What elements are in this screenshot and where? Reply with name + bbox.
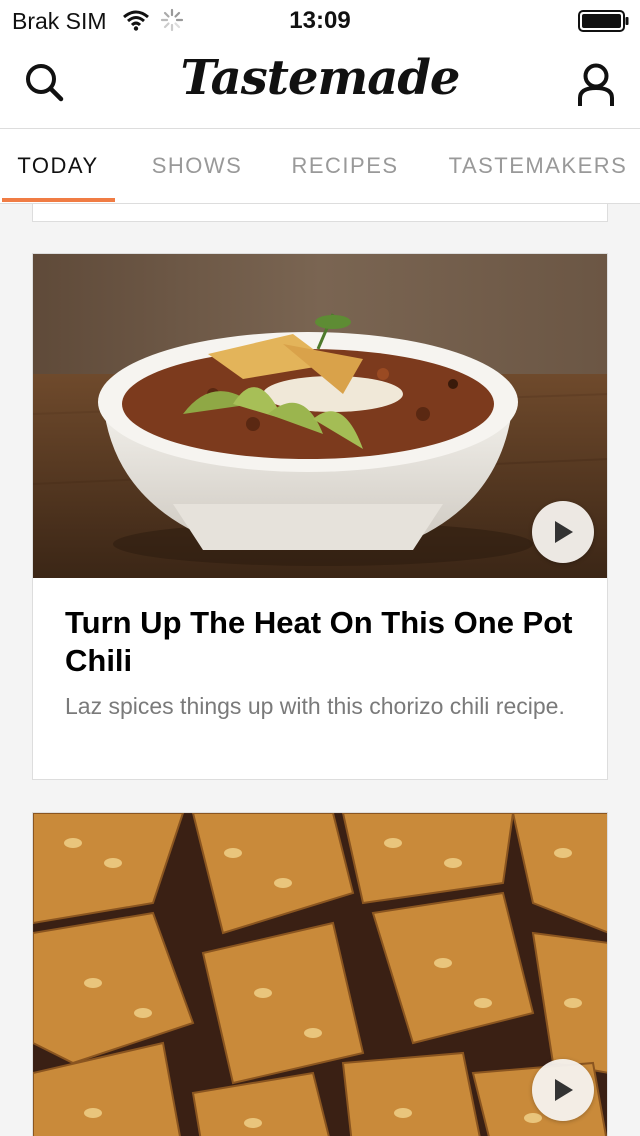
play-icon	[555, 521, 573, 543]
play-button[interactable]	[532, 501, 594, 563]
play-button[interactable]	[532, 1059, 594, 1121]
tab-shows[interactable]: SHOWS	[138, 129, 256, 203]
chili-bowl-image[interactable]	[33, 254, 608, 578]
play-icon	[555, 1079, 573, 1101]
nav-bar: Tastemade	[0, 40, 640, 128]
active-tab-indicator	[2, 198, 115, 202]
status-time: 13:09	[289, 7, 351, 34]
video-card[interactable]	[32, 812, 608, 1136]
pine-nut-brittle-image[interactable]	[33, 813, 608, 1136]
profile-icon[interactable]	[574, 62, 618, 108]
video-card[interactable]: Turn Up The Heat On This One Pot Chili L…	[32, 253, 608, 780]
tab-recipes[interactable]: RECIPES	[280, 129, 410, 203]
app-logo: Tastemade	[180, 50, 461, 106]
tab-today[interactable]: TODAY	[0, 129, 116, 203]
status-bar: Brak SIM 13:09	[0, 0, 640, 40]
battery-icon	[578, 10, 629, 32]
tab-tastemakers[interactable]: TASTEMAKERS	[440, 129, 636, 203]
tab-bar: TODAY SHOWS RECIPES TASTEMAKERS	[0, 128, 640, 204]
card-title[interactable]: Turn Up The Heat On This One Pot Chili	[65, 604, 585, 680]
previous-card-edge[interactable]	[32, 204, 608, 222]
card-description: Laz spices things up with this chorizo c…	[65, 693, 565, 719]
